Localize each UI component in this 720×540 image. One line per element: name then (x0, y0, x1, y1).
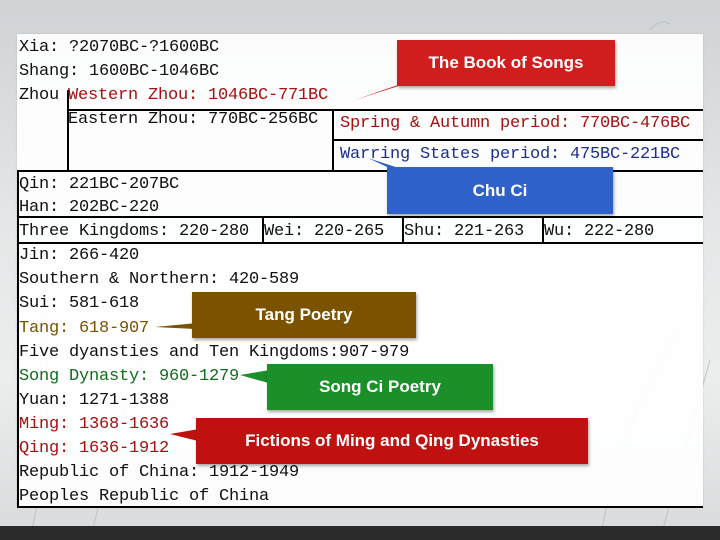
shang-entry: Shang: 1600BC-1046BC (19, 62, 220, 81)
song-ci-callout: Song Ci Poetry (267, 364, 493, 410)
wu-entry: Wu: 222-280 (544, 222, 655, 241)
shu-entry: Shu: 221-263 (404, 222, 525, 241)
qing-entry: Qing: 1636-1912 (19, 439, 170, 458)
qin-entry: Qin: 221BC-207BC (19, 175, 180, 194)
book-of-songs-callout: The Book of Songs (397, 40, 615, 86)
song-entry: Song Dynasty: 960-1279 (19, 367, 240, 386)
bottom-band (0, 526, 720, 540)
spring-autumn-entry: Spring & Autumn period: 770BC-476BC (340, 114, 691, 133)
wei-entry: Wei: 220-265 (264, 222, 385, 241)
western-zhou-entry: Western Zhou: 1046BC-771BC (68, 86, 329, 105)
southern-northern-entry: Southern & Northern: 420-589 (19, 270, 300, 289)
warring-states-entry: Warring States period: 475BC-221BC (340, 145, 681, 164)
ming-entry: Ming: 1368-1636 (19, 415, 170, 434)
tang-poetry-callout: Tang Poetry (192, 292, 416, 338)
prc-entry: Peoples Republic of China (19, 487, 270, 506)
sui-entry: Sui: 581-618 (19, 294, 140, 313)
ming-qing-callout: Fictions of Ming and Qing Dynasties (196, 418, 588, 464)
period-box-rule-mid (332, 139, 703, 141)
period-box-rule-top (332, 109, 703, 111)
jin-entry: Jin: 266-420 (19, 246, 140, 265)
three-kingdoms-entry: Three Kingdoms: 220-280 (19, 222, 250, 241)
five-dynasties-entry: Five dyansties and Ten Kingdoms:907-979 (19, 343, 410, 362)
xia-entry: Xia: ?2070BC-?1600BC (19, 38, 220, 57)
han-entry: Han: 202BC-220 (19, 198, 160, 217)
tang-entry: Tang: 618-907 (19, 319, 150, 338)
eastern-zhou-entry: Eastern Zhou: 770BC-256BC (68, 110, 319, 129)
republic-entry: Republic of China: 1912-1949 (19, 463, 300, 482)
yuan-entry: Yuan: 1271-1388 (19, 391, 170, 410)
chu-ci-callout: Chu Ci (387, 167, 613, 214)
zhou-label: Zhou (19, 86, 60, 105)
